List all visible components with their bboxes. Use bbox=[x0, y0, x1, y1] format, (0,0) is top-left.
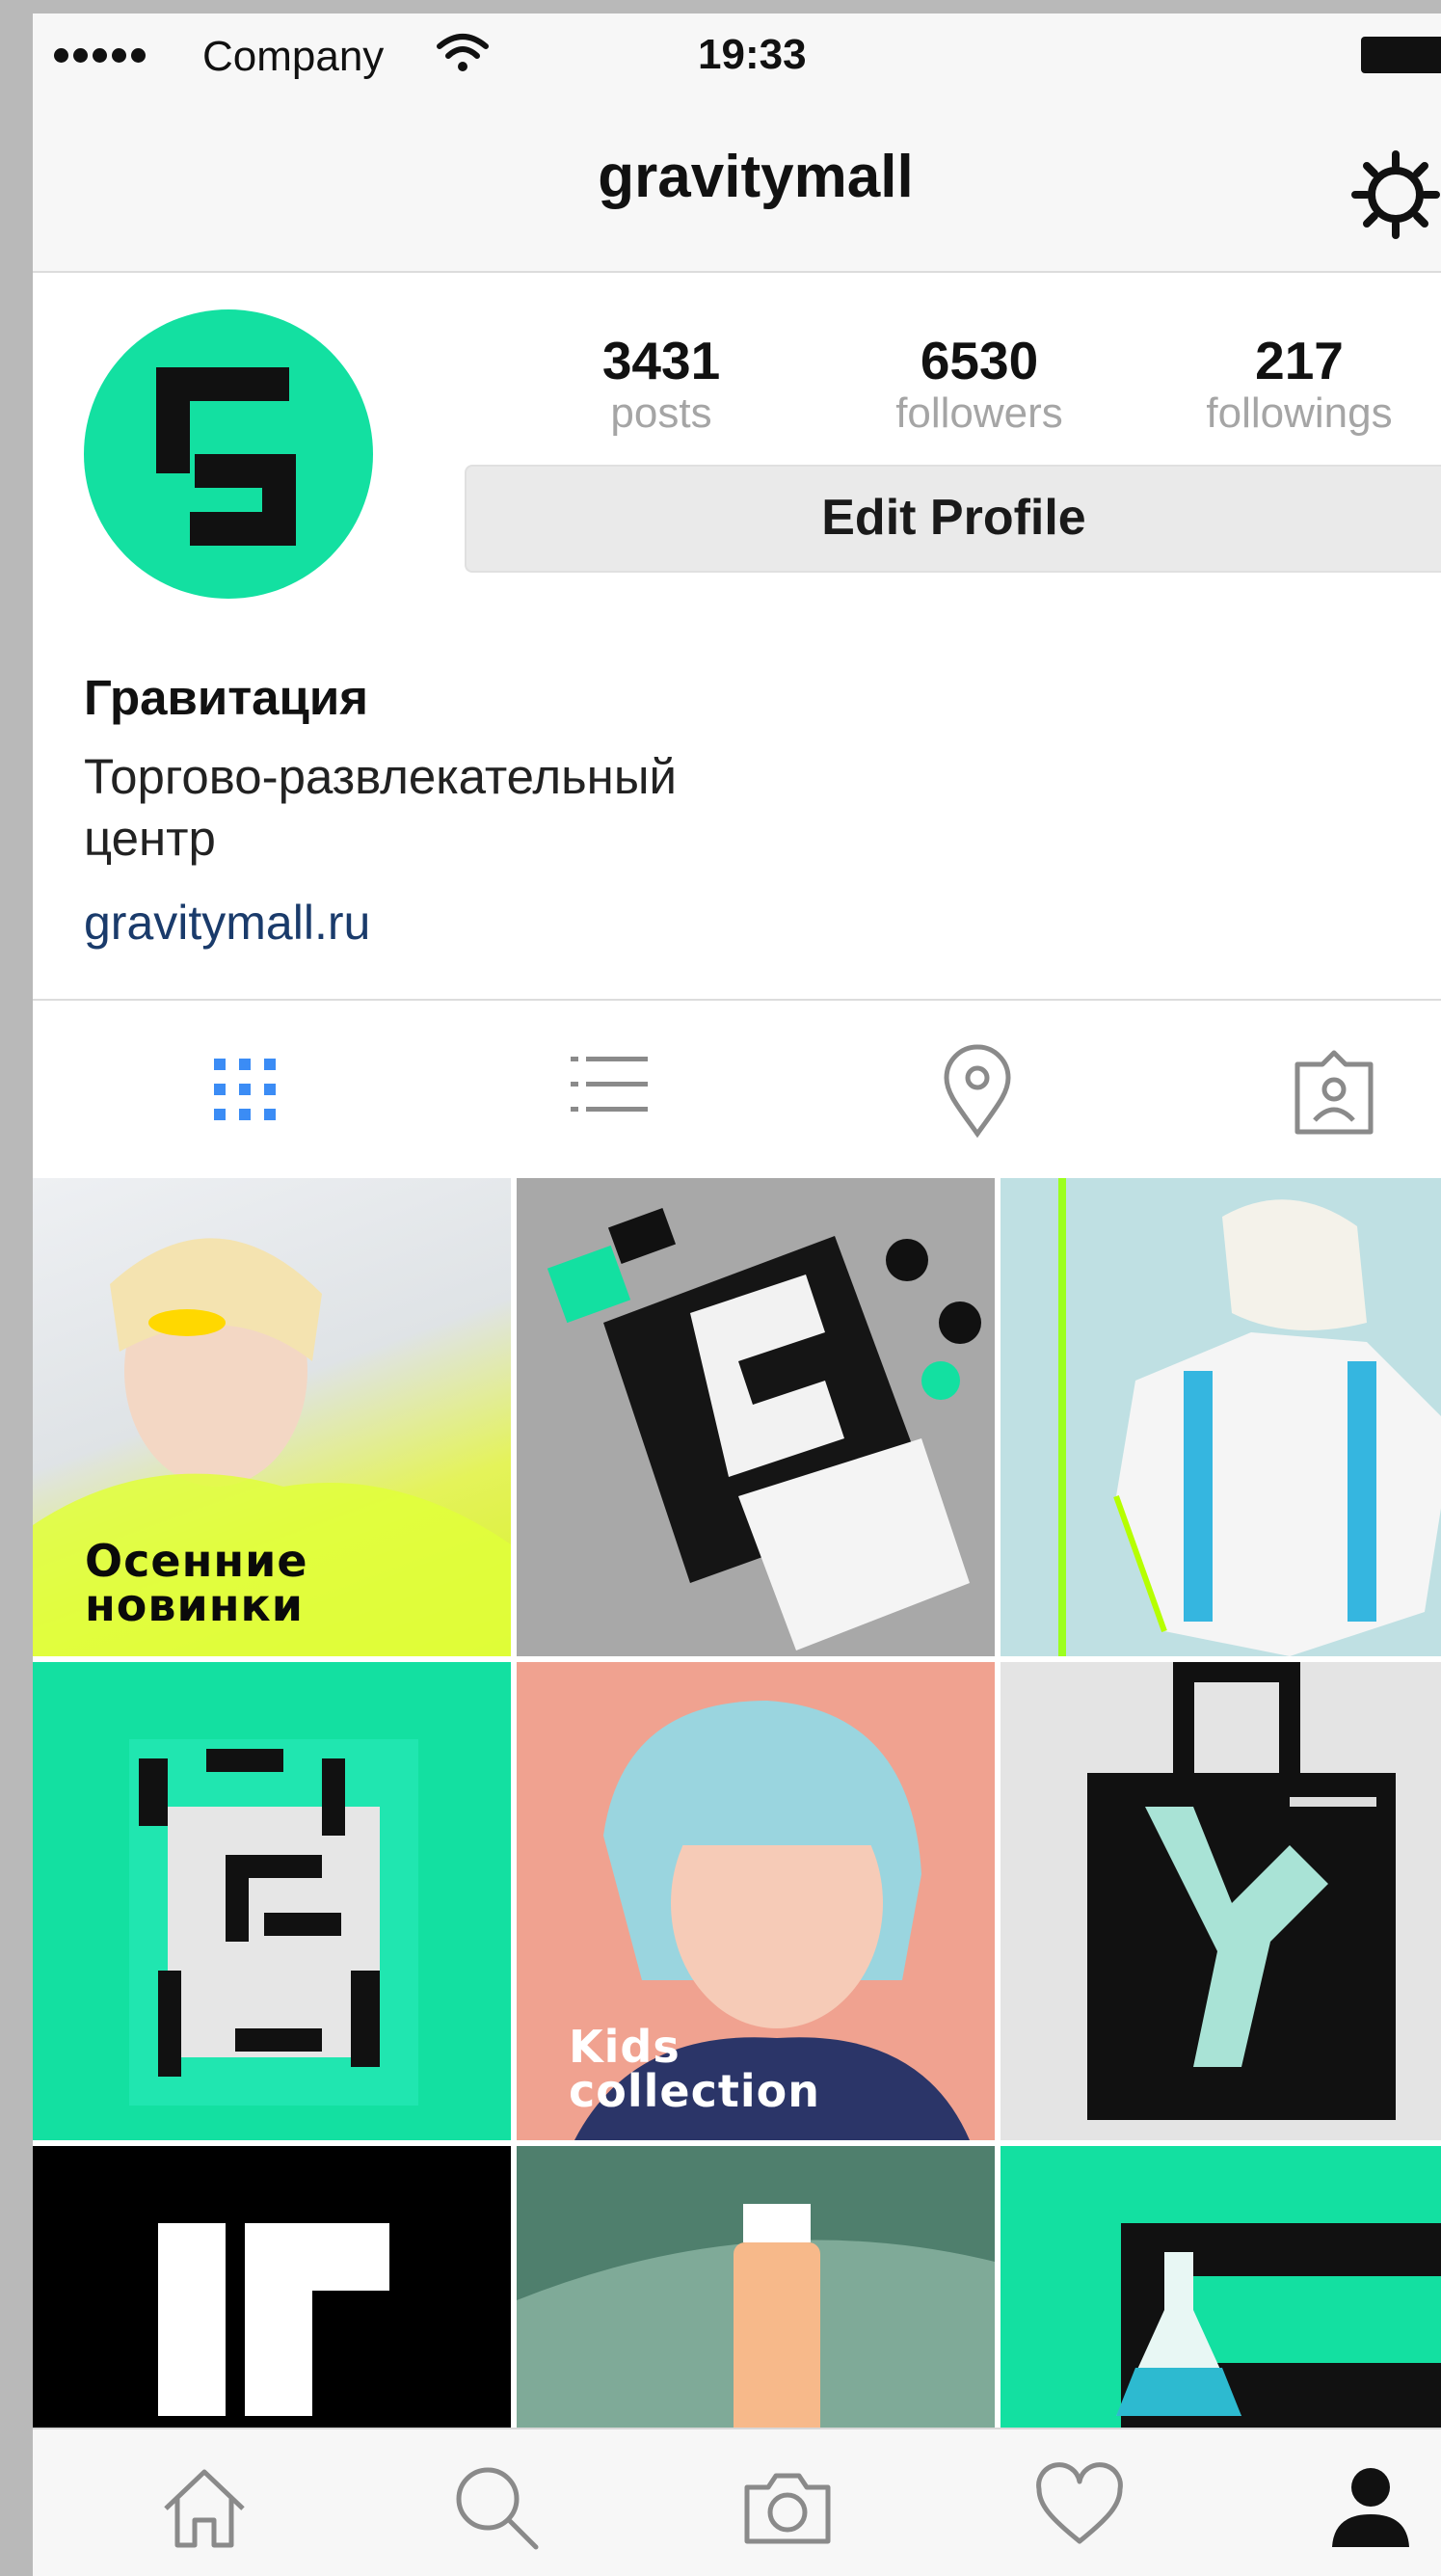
post-image bbox=[129, 1739, 418, 2106]
post-thumbnail-kids[interactable]: Kids collection bbox=[517, 1662, 995, 2140]
post-thumbnail-bag[interactable] bbox=[33, 1662, 511, 2140]
edit-profile-button[interactable]: Edit Profile bbox=[465, 465, 1441, 573]
gravity-logo-icon bbox=[156, 367, 296, 546]
stat-label: posts bbox=[610, 389, 712, 437]
camera-icon[interactable] bbox=[739, 2458, 836, 2555]
stat-value: 217 bbox=[1255, 331, 1344, 390]
page-title: gravitymall bbox=[598, 144, 914, 210]
post-thumbnail-stationery[interactable] bbox=[517, 1178, 995, 1656]
caption-line: Осенние bbox=[85, 1535, 308, 1587]
carrier-name: Company bbox=[202, 33, 385, 80]
wifi-icon bbox=[437, 34, 489, 71]
profile-description: Торгово-развлекательный центр bbox=[84, 749, 677, 866]
post-caption: Осенние новинки bbox=[85, 1539, 308, 1627]
stat-label: followings bbox=[1206, 389, 1393, 437]
signal-strength-icon bbox=[54, 48, 146, 63]
status-time: 19:33 bbox=[698, 31, 807, 78]
tagged-photos-icon[interactable] bbox=[1286, 1039, 1382, 1145]
caption-line: новинки bbox=[85, 1579, 304, 1631]
status-bar: Company 19:33 bbox=[33, 13, 1441, 85]
caption-line: collection bbox=[569, 2065, 820, 2117]
followings-count[interactable]: 217 followings bbox=[1174, 332, 1425, 438]
posts-count[interactable]: 3431 posts bbox=[536, 332, 787, 438]
battery-icon bbox=[1361, 37, 1441, 73]
home-icon[interactable] bbox=[156, 2458, 253, 2555]
grid-icon[interactable] bbox=[197, 1039, 293, 1145]
post-thumbnail-fashion[interactable] bbox=[1001, 1178, 1441, 1656]
post-image bbox=[547, 1207, 981, 1650]
post-thumbnail-autumn[interactable]: Осенние новинки bbox=[33, 1178, 511, 1656]
settings-gear-icon[interactable] bbox=[1349, 148, 1441, 241]
stat-value: 6530 bbox=[920, 331, 1039, 390]
phone-screen: Company 19:33 gravitymall 3431 posts 653… bbox=[33, 13, 1441, 2576]
profile-website-link[interactable]: gravitymall.ru bbox=[84, 895, 370, 951]
stat-value: 3431 bbox=[601, 331, 721, 390]
post-image bbox=[1058, 1178, 1441, 1656]
profile-name: Гравитация bbox=[84, 670, 368, 725]
post-image bbox=[1087, 1662, 1396, 2120]
profile-view-tabs bbox=[33, 1001, 1441, 1184]
navigation-bar: gravitymall bbox=[33, 85, 1441, 273]
caption-line: Kids bbox=[569, 2021, 680, 2073]
post-caption: Kids collection bbox=[569, 2025, 820, 2113]
bottom-tab-bar bbox=[33, 2428, 1441, 2576]
list-icon[interactable] bbox=[561, 1039, 657, 1145]
profile-avatar[interactable] bbox=[84, 309, 373, 599]
location-pin-icon[interactable] bbox=[929, 1039, 1026, 1145]
heart-icon[interactable] bbox=[1031, 2458, 1128, 2555]
search-icon[interactable] bbox=[447, 2458, 544, 2555]
profile-icon[interactable] bbox=[1322, 2458, 1419, 2555]
post-thumbnail-tote[interactable] bbox=[1001, 1662, 1441, 2140]
stat-label: followers bbox=[895, 389, 1063, 437]
followers-count[interactable]: 6530 followers bbox=[854, 332, 1105, 438]
